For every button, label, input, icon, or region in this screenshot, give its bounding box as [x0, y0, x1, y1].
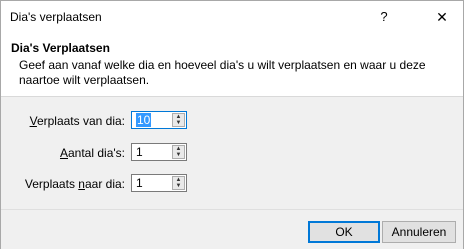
spin-down-icon[interactable]: ▼ [173, 152, 184, 158]
title-bar: Dia's verplaatsen ? ✕ [1, 1, 463, 32]
ok-button[interactable]: OK [308, 221, 380, 243]
to-slide-row: Verplaats naar dia: [1, 174, 125, 194]
header-title: Dia's Verplaatsen [11, 41, 110, 55]
count-spin-buttons[interactable]: ▲ ▼ [172, 145, 185, 159]
help-button[interactable]: ? [373, 7, 395, 27]
from-slide-label: Verplaats van dia: [29, 114, 125, 128]
window-title: Dia's verplaatsen [10, 10, 102, 24]
move-slides-dialog: Dia's verplaatsen ? ✕ Dia's Verplaatsen … [0, 0, 464, 249]
spin-down-icon[interactable]: ▼ [173, 183, 184, 189]
from-slide-input[interactable]: 10 [134, 113, 170, 127]
spin-down-icon[interactable]: ▼ [173, 120, 184, 126]
to-slide-label: Verplaats naar dia: [24, 177, 125, 191]
from-slide-spinner[interactable]: 10 ▲ ▼ [131, 111, 187, 129]
from-slide-spin-buttons[interactable]: ▲ ▼ [172, 113, 185, 127]
to-slide-spinner[interactable]: 1 ▲ ▼ [131, 174, 187, 192]
count-input[interactable]: 1 [134, 145, 170, 159]
count-spinner[interactable]: 1 ▲ ▼ [131, 143, 187, 161]
dialog-footer: OK Annuleren [1, 209, 463, 249]
header-description: Geef aan vanaf welke dia en hoeveel dia'… [19, 58, 426, 87]
to-slide-spin-buttons[interactable]: ▲ ▼ [172, 176, 185, 190]
dialog-header: Dia's Verplaatsen Geef aan vanaf welke d… [1, 32, 463, 97]
cancel-button[interactable]: Annuleren [382, 221, 456, 243]
count-label: Aantal dia's: [59, 146, 125, 160]
to-slide-input[interactable]: 1 [134, 176, 170, 190]
count-row: Aantal dia's: [1, 143, 125, 163]
close-button[interactable]: ✕ [431, 7, 453, 27]
from-slide-row: Verplaats van dia: [1, 111, 125, 131]
